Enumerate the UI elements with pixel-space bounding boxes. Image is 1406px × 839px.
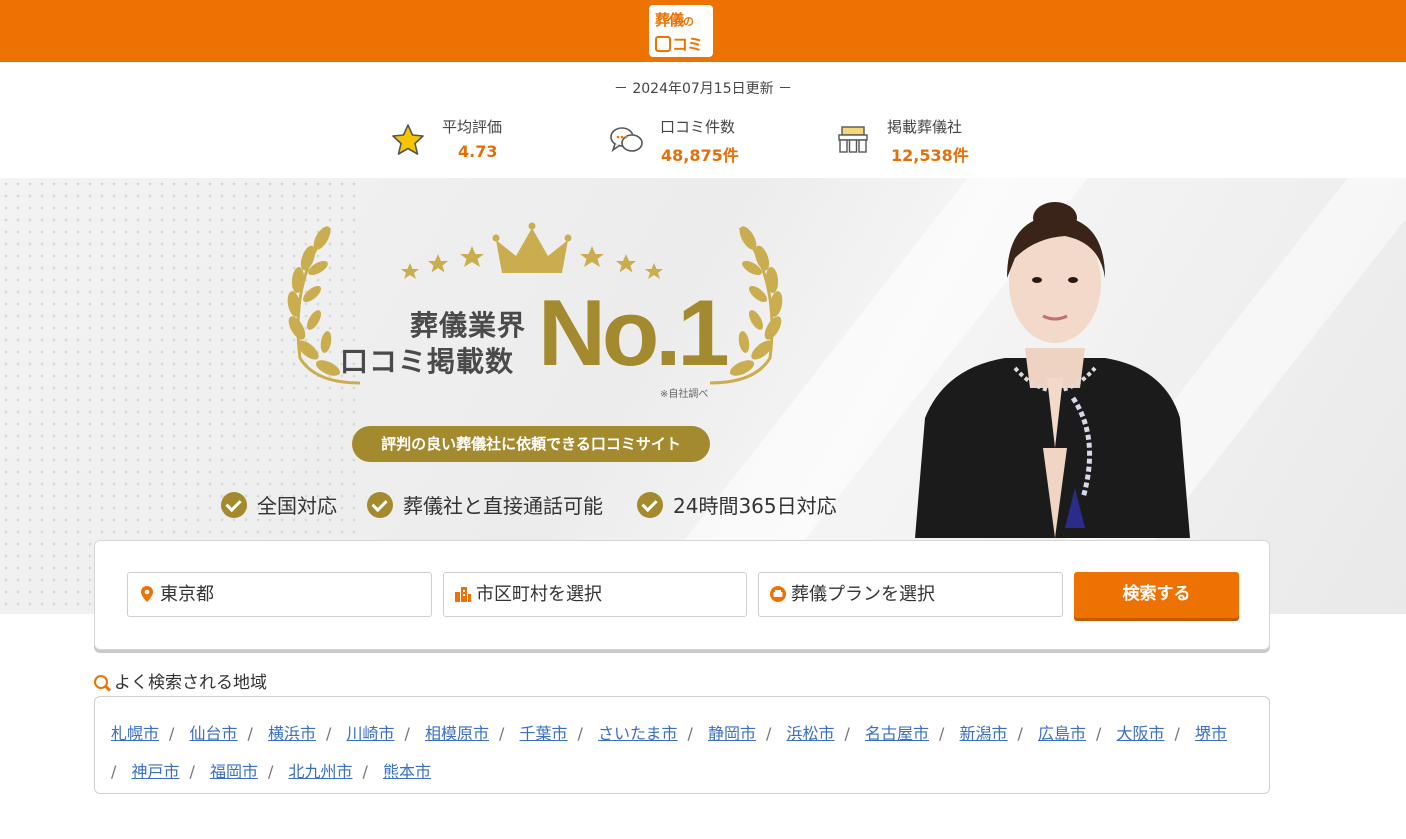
header-bar: 葬儀の コミ (0, 0, 1406, 62)
hero-note: ※自社調べ (660, 389, 709, 400)
area-link[interactable]: さいたま市 (598, 724, 678, 743)
check-circle-icon (367, 492, 393, 518)
city-select[interactable]: 市区町村を選択 (443, 572, 747, 617)
area-link[interactable]: 札幌市 (111, 724, 159, 743)
prefecture-select[interactable]: 東京都 (127, 572, 432, 617)
search-panel: 東京都 市区町村を選択 葬儀プランを選択 検索する (94, 540, 1270, 650)
area-link[interactable]: 静岡市 (708, 724, 756, 743)
location-pin-icon (141, 586, 153, 602)
crown-icon (492, 222, 572, 273)
star-icon (392, 124, 424, 155)
site-logo[interactable]: 葬儀の コミ (649, 5, 713, 57)
area-link[interactable]: 広島市 (1038, 724, 1086, 743)
area-link[interactable]: 新潟市 (960, 724, 1008, 743)
area-link[interactable]: 浜松市 (787, 724, 835, 743)
area-link[interactable]: 大阪市 (1117, 724, 1165, 743)
area-link[interactable]: 横浜市 (268, 724, 316, 743)
logo-text-1: 葬儀の (655, 11, 694, 29)
check-circle-icon (637, 492, 663, 518)
updated-date: － 2024年07月15日更新 － (613, 81, 793, 97)
area-link[interactable]: 名古屋市 (865, 724, 929, 743)
smile-face-icon (655, 36, 671, 52)
stat-funeral-companies: 掲載葬儀社 12,538件 (835, 114, 995, 166)
staff-woman-image (915, 202, 1190, 538)
area-link[interactable]: 神戸市 (131, 762, 179, 781)
feature-nationwide: 全国対応 (221, 490, 337, 518)
area-link[interactable]: 仙台市 (190, 724, 238, 743)
hero-headline-2: 口コミ掲載数 (340, 345, 515, 378)
stat-average-rating: 平均評価 4.73 (390, 114, 530, 166)
popular-areas-list: 札幌市 / 仙台市 / 横浜市 / 川崎市 / 相模原市 / 千葉市 / さいたま市 / 静岡… (94, 696, 1270, 794)
popular-areas-title: よく検索される地域 (94, 668, 267, 693)
hero-tagline-pill: 評判の良い葬儀社に依頼できる口コミサイト (352, 426, 710, 462)
area-link[interactable]: 堺市 (1195, 724, 1227, 743)
buildings-icon (455, 587, 471, 602)
stat-review-count: 口コミ件数 48,875件 (608, 114, 768, 166)
plan-icon (770, 586, 786, 602)
feature-24h: 24時間365日対応 (637, 490, 837, 518)
area-link[interactable]: 相模原市 (425, 724, 489, 743)
funeral-hall-icon (838, 126, 868, 153)
check-circle-icon (221, 492, 247, 518)
area-link[interactable]: 熊本市 (383, 762, 431, 781)
chat-bubbles-icon (610, 127, 643, 153)
logo-text-2: コミ (655, 31, 703, 55)
plan-select[interactable]: 葬儀プランを選択 (758, 572, 1063, 617)
search-button[interactable]: 検索する (1074, 572, 1239, 618)
area-link[interactable]: 川崎市 (347, 724, 395, 743)
area-link[interactable]: 福岡市 (210, 762, 258, 781)
area-link[interactable]: 北九州市 (288, 762, 352, 781)
hero-no1-badge: No.1 (538, 280, 730, 385)
feature-direct-call: 葬儀社と直接通話可能 (367, 490, 603, 518)
search-icon (94, 675, 108, 689)
area-link[interactable]: 千葉市 (520, 724, 568, 743)
hero-headline-1: 葬儀業界 (410, 309, 527, 342)
